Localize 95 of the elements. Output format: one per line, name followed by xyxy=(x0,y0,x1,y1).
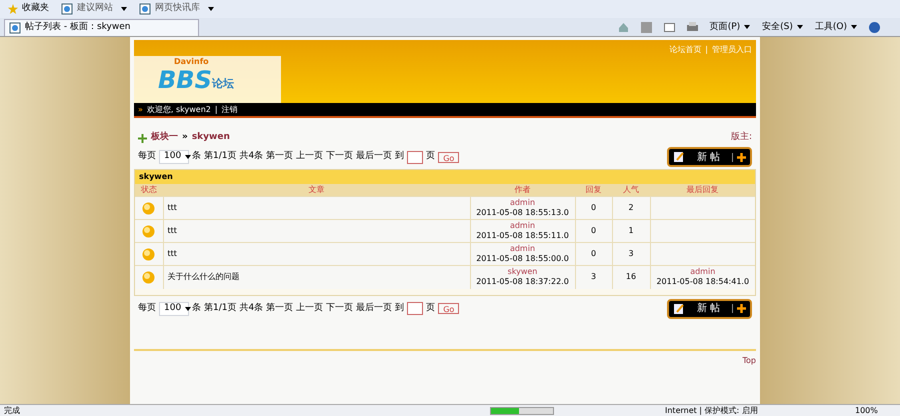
topic-icon xyxy=(142,270,156,284)
pager-label: 每页 xyxy=(138,302,156,315)
topic-link[interactable]: ttt xyxy=(168,203,177,212)
caret-icon xyxy=(851,25,857,30)
notepad-icon xyxy=(672,302,685,314)
pager-link[interactable]: 最后一页 xyxy=(356,302,392,316)
column-header: 状态 xyxy=(135,184,163,196)
go-button[interactable]: Go xyxy=(438,152,460,162)
menu-button[interactable]: 页面(P) xyxy=(710,20,750,34)
new-post-button[interactable]: 新 帖 xyxy=(666,147,752,167)
topic-icon xyxy=(142,224,156,238)
author-link[interactable]: admin xyxy=(650,267,755,278)
pager-link[interactable]: 下一页 xyxy=(326,150,354,164)
post-time: 2011-05-08 18:37:22.0 xyxy=(476,277,569,286)
pager-link[interactable]: 第一页 xyxy=(266,150,294,164)
logo: Davinfo BBS论坛 xyxy=(134,56,281,103)
pager-label: 每页 xyxy=(138,150,156,164)
breadcrumb-link[interactable]: 板块一 xyxy=(151,131,178,145)
moderator-label: 版主: xyxy=(730,131,752,144)
breadcrumb-link[interactable]: skywen xyxy=(192,131,230,145)
author-link[interactable]: admin xyxy=(470,221,574,231)
pager-link[interactable]: 第一页 xyxy=(266,302,294,316)
topic-icon xyxy=(142,248,156,260)
table-title: skywen xyxy=(135,170,755,184)
status-text: 完成 xyxy=(4,404,20,416)
total-count: 共4条 xyxy=(239,302,264,315)
link-separator: | xyxy=(214,104,218,116)
topic-link[interactable]: 关于什么什么的问题 xyxy=(168,272,240,282)
cross-icon xyxy=(138,134,147,142)
pager-label: 条 xyxy=(192,302,201,315)
caret-icon xyxy=(185,155,192,159)
page-input[interactable] xyxy=(407,150,424,164)
total-count: 共4条 xyxy=(239,150,264,164)
top-link[interactable]: Top xyxy=(742,354,756,366)
page-info: 第1/1页 xyxy=(204,150,236,164)
caret-icon xyxy=(185,306,192,310)
caret-icon xyxy=(796,25,803,30)
pager-label: 页 xyxy=(426,150,436,164)
link-separator: | xyxy=(705,44,708,56)
plus-icon xyxy=(737,304,746,313)
post-time: 2011-05-08 18:55:11.0 xyxy=(476,231,569,240)
post-time: 2011-05-08 18:55:00.0 xyxy=(476,254,569,263)
plus-icon xyxy=(737,152,746,162)
welcome-text: 欢迎您, skywen2 xyxy=(146,104,211,116)
per-page-select[interactable]: 100 xyxy=(159,150,189,164)
author-link[interactable]: admin xyxy=(470,198,574,208)
new-post-button[interactable]: 新 帖 xyxy=(666,298,752,318)
author-link[interactable]: skywen xyxy=(470,267,574,278)
menu-button[interactable]: 工具(O) xyxy=(814,20,857,34)
pager-link[interactable]: 下一页 xyxy=(326,302,354,316)
column-header: 作者 xyxy=(470,184,575,196)
author-link[interactable]: admin xyxy=(470,244,574,254)
column-header: 人气 xyxy=(612,184,650,196)
table-cell: 3 xyxy=(575,266,612,288)
browser-tab[interactable]: 帖子列表 - 板面：skywen xyxy=(4,19,199,36)
pager-link[interactable]: 上一页 xyxy=(296,302,324,316)
link-button[interactable]: 建议网站 xyxy=(61,2,127,16)
pager-label: 到 xyxy=(395,150,404,164)
pager-link[interactable]: 最后一页 xyxy=(356,150,392,164)
column-header: 回复 xyxy=(575,184,612,196)
notepad-icon xyxy=(672,151,685,163)
column-header: 文章 xyxy=(163,184,470,196)
caret-icon xyxy=(744,25,750,30)
per-page-select[interactable]: 100 xyxy=(159,302,189,316)
menu-button[interactable]: 安全(S) xyxy=(762,20,803,34)
browser-icon xyxy=(9,22,21,34)
zoom-level: 100% xyxy=(855,404,878,416)
caret-icon xyxy=(208,7,214,11)
column-header: 最后回复 xyxy=(650,184,755,196)
zone-text: Internet | 保护模式: 启用 xyxy=(665,404,758,416)
pager-link[interactable]: 上一页 xyxy=(296,150,324,164)
pager-label: 到 xyxy=(395,302,404,315)
breadcrumb-separator: » xyxy=(182,131,188,144)
post-time: 2011-05-08 18:55:13.0 xyxy=(476,208,569,217)
link-button[interactable]: 网页快讯库 xyxy=(139,2,214,16)
page-icon xyxy=(139,3,151,15)
page-info: 第1/1页 xyxy=(204,302,236,315)
mail-icon[interactable] xyxy=(664,22,675,32)
pager-label: 页 xyxy=(426,302,436,315)
caret-icon xyxy=(121,7,127,11)
post-time: 2011-05-08 18:54:41.0 xyxy=(656,277,750,286)
table-cell: 16 xyxy=(612,266,650,288)
home-icon[interactable] xyxy=(618,22,629,33)
page-icon xyxy=(61,3,73,15)
bullet-mark: » xyxy=(138,104,143,116)
printer-icon[interactable] xyxy=(686,22,698,33)
go-button[interactable]: Go xyxy=(438,303,460,314)
star-icon xyxy=(8,4,18,14)
logout-link[interactable]: 注销 xyxy=(222,104,238,116)
favorites-button[interactable]: 收藏夹 xyxy=(8,2,49,16)
topic-link[interactable]: ttt xyxy=(168,249,177,258)
page-input[interactable] xyxy=(407,302,424,315)
pager-label: 条 xyxy=(192,150,201,164)
topic-link[interactable]: ttt xyxy=(168,226,177,235)
topic-icon xyxy=(142,202,156,214)
